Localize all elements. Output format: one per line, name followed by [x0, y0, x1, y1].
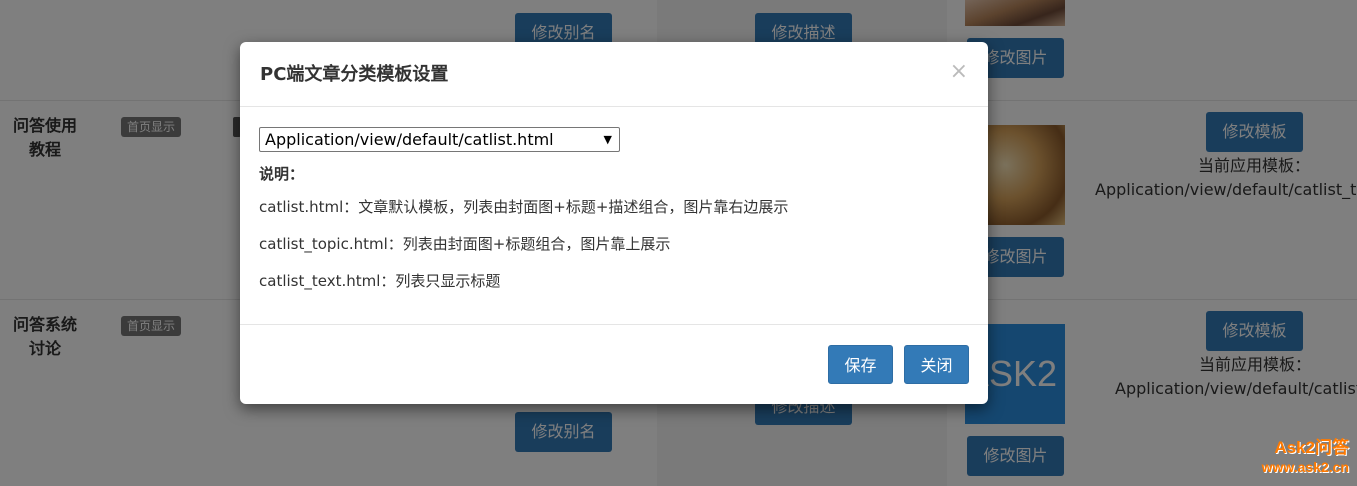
template-select[interactable]: Application/view/default/catlist.html ▼ — [259, 127, 620, 152]
template-settings-modal: PC端文章分类模板设置 × Application/view/default/c… — [240, 42, 988, 404]
modal-body: Application/view/default/catlist.html ▼ … — [240, 107, 988, 325]
description-heading: 说明： — [259, 165, 305, 183]
chevron-down-icon: ▼ — [603, 133, 612, 146]
template-select-value: Application/view/default/catlist.html — [265, 130, 554, 149]
site-watermark: Ask2问答 www.ask2.cn — [1262, 438, 1349, 476]
modal-footer: 保存 关闭 — [240, 325, 988, 404]
modal-header: PC端文章分类模板设置 × — [240, 42, 988, 107]
description-line: catlist.html：文章默认模板，列表由封面图+标题+描述组合，图片靠右边… — [259, 198, 789, 216]
modal-title: PC端文章分类模板设置 — [260, 64, 449, 85]
save-button[interactable]: 保存 — [828, 345, 893, 384]
close-icon[interactable]: × — [950, 59, 968, 85]
watermark-brand: Ask2问答 — [1274, 438, 1349, 457]
watermark-url: www.ask2.cn — [1261, 459, 1349, 475]
description-line: catlist_topic.html：列表由封面图+标题组合，图片靠上展示 — [259, 235, 671, 253]
close-button[interactable]: 关闭 — [904, 345, 969, 384]
description-line: catlist_text.html：列表只显示标题 — [259, 272, 501, 290]
